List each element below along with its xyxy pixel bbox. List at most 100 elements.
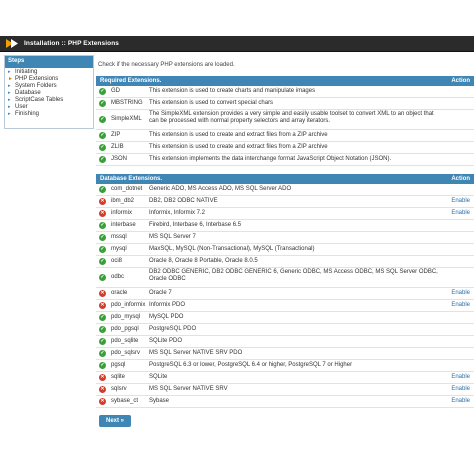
extension-description: MySQL PDO [149, 314, 184, 320]
enable-link[interactable]: Enable [451, 374, 470, 380]
steps-panel: Steps ▸ Initiating ► PHP Extensions ▸ System … [4, 55, 94, 129]
enable-link[interactable]: Enable [451, 302, 470, 308]
database-extensions-heading: Database Extensions. [100, 176, 163, 182]
intro-text: Check if the necessary PHP extensions ar… [98, 62, 235, 68]
extension-name: oracle [111, 290, 128, 296]
step-bullet-icon: ▸ [8, 90, 11, 96]
step-item: ▸ Finishing [8, 111, 93, 118]
extension-description: Sybase [149, 398, 170, 404]
enable-link[interactable]: Enable [451, 386, 470, 392]
error-icon: ✕ [99, 290, 106, 297]
extension-row: ✕ ibm_db2 DB2, DB2 ODBC NATIVE Enable [96, 196, 474, 208]
steps-list: ▸ Initiating ► PHP Extensions ▸ System Folder… [5, 68, 93, 118]
step-item: ► PHP Extensions [8, 76, 93, 83]
extension-description: SQLite PDO [149, 338, 183, 344]
extension-row: ✕ sybase_ct Sybase Enable [96, 396, 474, 408]
step-item: ▸ User [8, 104, 93, 111]
extension-description: Oracle 7 [149, 290, 172, 296]
step-label: Initiating [15, 69, 38, 75]
extension-name: GD [111, 88, 120, 94]
extension-name: sybase_ct [111, 398, 139, 404]
step-bullet-icon: ▸ [8, 111, 11, 117]
step-label: ScriptCase Tables [15, 97, 64, 103]
extension-name: pdo_informix [111, 302, 146, 308]
database-action-heading: Action [451, 176, 470, 182]
error-icon: ✕ [99, 198, 106, 205]
extension-row: ✕ oracle Oracle 7 Enable [96, 288, 474, 300]
extension-description: Firebird, Interbase 6, Interbase 6.5 [149, 222, 242, 228]
extension-name: informix [111, 210, 133, 216]
check-icon: ✓ [99, 362, 106, 369]
step-bullet-icon: ▸ [8, 69, 11, 75]
check-icon: ✓ [99, 246, 106, 253]
check-icon: ✓ [99, 186, 106, 193]
error-icon: ✕ [99, 386, 106, 393]
check-icon: ✓ [99, 274, 106, 281]
extension-name: mysql [111, 246, 127, 252]
check-icon: ✓ [99, 326, 106, 333]
page-title: Installation :: PHP Extensions [24, 40, 119, 47]
extension-row: ✓ GD This extension is used to create char… [96, 86, 474, 98]
enable-link[interactable]: Enable [451, 398, 470, 404]
extension-name: ZLIB [111, 144, 124, 150]
step-label: PHP Extensions [15, 76, 59, 82]
step-bullet-icon: ▸ [8, 83, 11, 89]
extension-description: The SimpleXML extension provides a very … [149, 111, 434, 124]
extension-description: MS SQL Server 7 [149, 234, 196, 240]
extension-name: SimpleXML [111, 116, 142, 122]
check-icon: ✓ [99, 116, 106, 123]
extension-name: pdo_mysql [111, 314, 141, 320]
extension-row: ✓ ZIP This extension is used to create and… [96, 130, 474, 142]
extension-name: mssql [111, 234, 127, 240]
step-label: System Folders [15, 83, 57, 89]
extension-row: ✓ mysql MaxSQL, MySQL (Non-Transactional),… [96, 244, 474, 256]
check-icon: ✓ [99, 144, 106, 151]
extension-description: PostgreSQL PDO [149, 326, 197, 332]
extension-description: MS SQL Server NATIVE SRV [149, 386, 228, 392]
enable-link[interactable]: Enable [451, 210, 470, 216]
next-button[interactable]: Next » [99, 415, 131, 427]
extension-row: ✓ SimpleXML The SimpleXML extension provid… [96, 110, 474, 130]
extension-description: MaxSQL, MySQL (Non-Transactional), MySQL… [149, 246, 315, 252]
enable-link[interactable]: Enable [451, 198, 470, 204]
steps-heading: Steps [5, 56, 93, 68]
extension-row: ✓ interbase Firebird, Interbase 6, Interba… [96, 220, 474, 232]
extension-row: ✓ MBSTRING This extension is used to conve… [96, 98, 474, 110]
extension-description: MS SQL Server NATIVE SRV PDO [149, 350, 243, 356]
extension-name: sqlsrv [111, 386, 127, 392]
step-bullet-icon: ▸ [8, 104, 11, 110]
extension-row: ✕ sqlsrv MS SQL Server NATIVE SRV Enable [96, 384, 474, 396]
extension-name: ZIP [111, 132, 121, 138]
extension-row: ✕ informix Informix, Informix 7.2 Enable [96, 208, 474, 220]
enable-link[interactable]: Enable [451, 290, 470, 296]
extension-name: com_dotnet [111, 186, 143, 192]
step-label: Finishing [15, 111, 40, 117]
extension-description: This extension is used to convert specia… [149, 100, 274, 106]
check-icon: ✓ [99, 156, 106, 163]
extension-description: Oracle 8, Oracle 8 Portable, Oracle 8.0.… [149, 258, 258, 264]
extension-description: Generic ADO, MS Access ADO, MS SQL Serve… [149, 186, 292, 192]
step-bullet-icon: ▸ [8, 97, 11, 103]
scriptcase-logo-icon [6, 39, 18, 48]
extension-description: Informix, Informix 7.2 [149, 210, 206, 216]
extension-row: ✓ odbc DB2 ODBC GENERIC, DB2 ODBC GENERIC … [96, 268, 474, 288]
extension-row: ✓ oci8 Oracle 8, Oracle 8 Portable, Oracle… [96, 256, 474, 268]
extension-description: DB2, DB2 ODBC NATIVE [149, 198, 218, 204]
step-label: User [15, 104, 28, 110]
extension-description: Informix PDO [149, 302, 186, 308]
extension-name: sqlite [111, 374, 126, 380]
required-extensions-table: Required Extensions. Action ✓ GD This exte… [96, 76, 474, 166]
extension-description: SQLite [149, 374, 168, 380]
extension-name: odbc [111, 274, 125, 280]
database-extensions-table: Database Extensions. Action ✓ com_dotnet G… [96, 174, 474, 408]
step-item: ▸ Database [8, 90, 93, 97]
app-header: Installation :: PHP Extensions [0, 36, 474, 52]
extension-name: pdo_sqlite [111, 338, 139, 344]
extension-description: PostgreSQL 6.3 or lower, PostgreSQL 6.4 … [149, 362, 353, 368]
extension-name: pdo_sqlsrv [111, 350, 141, 356]
extension-description: DB2 ODBC GENERIC, DB2 ODBC GENERIC 6, Ge… [149, 269, 438, 282]
extension-row: ✓ pdo_sqlite SQLite PDO [96, 336, 474, 348]
required-action-heading: Action [451, 78, 470, 84]
extension-row: ✕ pdo_informix Informix PDO Enable [96, 300, 474, 312]
extension-name: MBSTRING [111, 100, 143, 106]
